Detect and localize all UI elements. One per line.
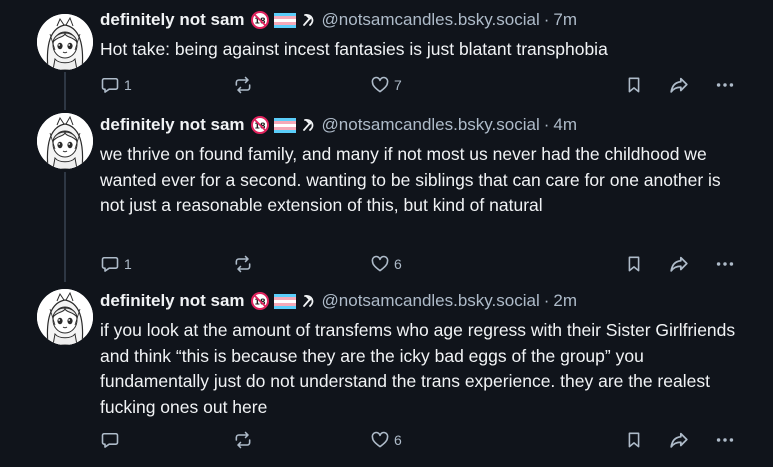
handle[interactable]: @notsamcandles.bsky.social bbox=[322, 115, 540, 135]
heart-icon bbox=[370, 254, 390, 274]
bookmark-icon bbox=[624, 430, 644, 450]
share-arrow-icon bbox=[668, 429, 690, 451]
bookmark-button[interactable] bbox=[624, 428, 644, 452]
like-count: 6 bbox=[394, 432, 402, 448]
reply-bubble-icon bbox=[100, 430, 120, 450]
like-count: 7 bbox=[394, 77, 402, 93]
like-button[interactable]: 7 bbox=[370, 73, 402, 97]
like-button[interactable]: 6 bbox=[370, 428, 402, 452]
display-name[interactable]: definitely not sam bbox=[100, 115, 245, 135]
like-count: 6 bbox=[394, 256, 402, 272]
handle[interactable]: @notsamcandles.bsky.social bbox=[322, 10, 540, 30]
trans-flag-emoji bbox=[274, 294, 296, 309]
action-bar: 6 bbox=[100, 428, 740, 452]
post-header: definitely not sam @notsamcandles.bsky.s… bbox=[100, 113, 577, 137]
share-arrow-icon bbox=[668, 253, 690, 275]
post-text: if you look at the amount of transfems w… bbox=[100, 320, 736, 417]
avatar[interactable] bbox=[37, 289, 93, 345]
repost-icon bbox=[233, 254, 253, 274]
repost-button[interactable] bbox=[233, 252, 257, 276]
post-text: we thrive on found family, and many if n… bbox=[100, 144, 721, 215]
heart-icon bbox=[370, 430, 390, 450]
share-button[interactable] bbox=[668, 73, 690, 97]
bookmark-icon bbox=[624, 75, 644, 95]
more-dots-icon bbox=[714, 253, 736, 275]
reply-button[interactable]: 1 bbox=[100, 73, 132, 97]
timestamp[interactable]: 4m bbox=[553, 115, 577, 135]
repost-icon bbox=[233, 75, 253, 95]
share-button[interactable] bbox=[668, 428, 690, 452]
repost-button[interactable] bbox=[233, 428, 257, 452]
hammer-and-sickle-emoji bbox=[301, 12, 317, 28]
more-dots-icon bbox=[714, 74, 736, 96]
separator: · bbox=[543, 291, 550, 310]
action-bar: 1 6 bbox=[100, 252, 740, 276]
reply-button[interactable]: 1 bbox=[100, 252, 132, 276]
action-bar: 1 7 bbox=[100, 73, 740, 97]
trans-flag-emoji bbox=[274, 13, 296, 28]
no-under-18-emoji bbox=[251, 292, 269, 310]
handle[interactable]: @notsamcandles.bsky.social bbox=[322, 291, 540, 311]
share-arrow-icon bbox=[668, 74, 690, 96]
bookmark-button[interactable] bbox=[624, 73, 644, 97]
display-name[interactable]: definitely not sam bbox=[100, 10, 245, 30]
like-button[interactable]: 6 bbox=[370, 252, 402, 276]
reply-count: 1 bbox=[124, 256, 132, 272]
share-button[interactable] bbox=[668, 252, 690, 276]
avatar[interactable] bbox=[37, 113, 93, 169]
post-header: definitely not sam @notsamcandles.bsky.s… bbox=[100, 289, 577, 313]
post-text: Hot take: being against incest fantasies… bbox=[100, 39, 608, 59]
heart-icon bbox=[370, 75, 390, 95]
no-under-18-emoji bbox=[251, 116, 269, 134]
display-name[interactable]: definitely not sam bbox=[100, 291, 245, 311]
more-dots-icon bbox=[714, 429, 736, 451]
post[interactable]: definitely not sam @notsamcandles.bsky.s… bbox=[0, 282, 773, 467]
bookmark-button[interactable] bbox=[624, 252, 644, 276]
repost-button[interactable] bbox=[233, 73, 257, 97]
reply-count: 1 bbox=[124, 77, 132, 93]
post-header: definitely not sam @notsamcandles.bsky.s… bbox=[100, 8, 577, 32]
avatar[interactable] bbox=[37, 14, 93, 70]
repost-icon bbox=[233, 430, 253, 450]
more-options-button[interactable] bbox=[714, 428, 736, 452]
bookmark-icon bbox=[624, 254, 644, 274]
reply-bubble-icon bbox=[100, 254, 120, 274]
trans-flag-emoji bbox=[274, 118, 296, 133]
timestamp[interactable]: 7m bbox=[553, 10, 577, 30]
post[interactable]: definitely not sam @notsamcandles.bsky.s… bbox=[0, 110, 773, 282]
more-options-button[interactable] bbox=[714, 73, 736, 97]
post[interactable]: definitely not sam @notsamcandles.bsky.s… bbox=[0, 0, 773, 110]
no-under-18-emoji bbox=[251, 11, 269, 29]
separator: · bbox=[543, 115, 550, 134]
timestamp[interactable]: 2m bbox=[553, 291, 577, 311]
separator: · bbox=[543, 10, 550, 29]
more-options-button[interactable] bbox=[714, 252, 736, 276]
hammer-and-sickle-emoji bbox=[301, 293, 317, 309]
hammer-and-sickle-emoji bbox=[301, 117, 317, 133]
thread: definitely not sam @notsamcandles.bsky.s… bbox=[0, 0, 773, 467]
reply-bubble-icon bbox=[100, 75, 120, 95]
reply-button[interactable] bbox=[100, 428, 124, 452]
